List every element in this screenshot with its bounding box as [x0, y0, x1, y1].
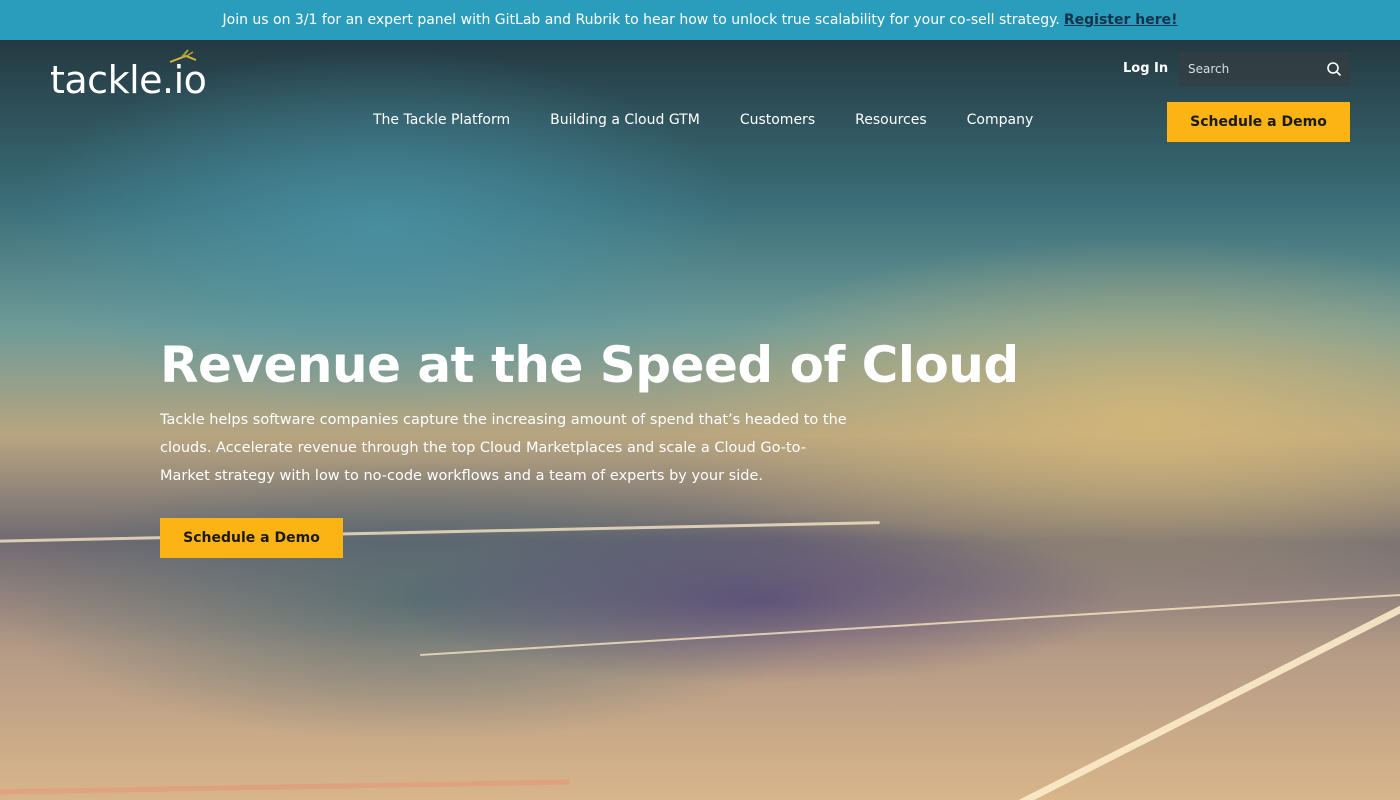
nav-item-resources[interactable]: Resources: [855, 112, 927, 128]
schedule-demo-hero-button[interactable]: Schedule a Demo: [160, 518, 343, 558]
announcement-text: Join us on 3/1 for an expert panel with …: [222, 12, 1060, 28]
schedule-demo-header-button[interactable]: Schedule a Demo: [1167, 102, 1350, 142]
search-box: [1179, 52, 1350, 86]
search-input[interactable]: [1179, 52, 1317, 86]
register-link[interactable]: Register here!: [1064, 12, 1178, 28]
search-icon[interactable]: [1326, 61, 1342, 77]
fly-lure-icon: [169, 49, 197, 63]
hero-title: Revenue at the Speed of Cloud: [160, 336, 1019, 394]
nav-item-company[interactable]: Company: [967, 112, 1034, 128]
nav-item-building-cloud-gtm[interactable]: Building a Cloud GTM: [550, 112, 700, 128]
motion-streak: [419, 586, 1400, 656]
tackle-logo[interactable]: tackle.io: [50, 49, 207, 102]
hero-description: Tackle helps software companies capture …: [160, 412, 847, 484]
motion-streak: [998, 537, 1400, 800]
login-link[interactable]: Log In: [1123, 61, 1168, 76]
nav-item-customers[interactable]: Customers: [740, 112, 815, 128]
main-nav: The Tackle Platform Building a Cloud GTM…: [373, 112, 1033, 128]
motion-streak: [0, 779, 570, 795]
announcement-bar: Join us on 3/1 for an expert panel with …: [0, 0, 1400, 40]
motion-streak: [0, 521, 880, 543]
nav-item-tackle-platform[interactable]: The Tackle Platform: [373, 112, 510, 128]
